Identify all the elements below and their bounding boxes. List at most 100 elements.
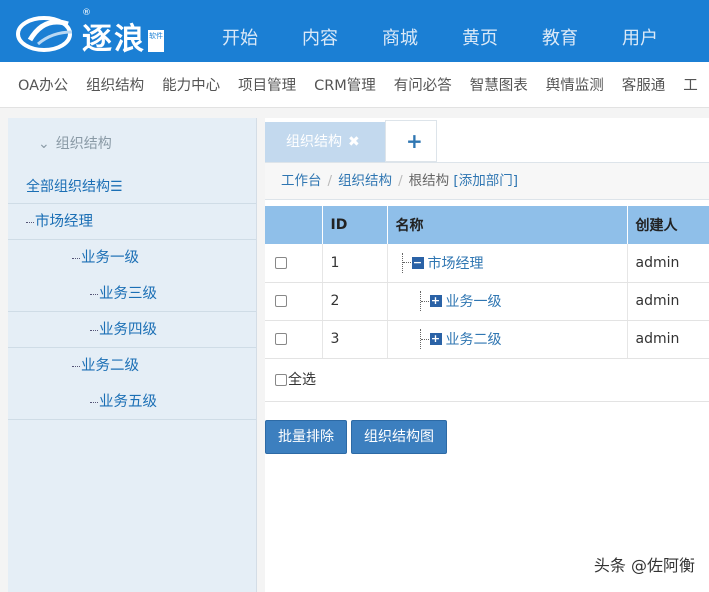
row-name-cell: + 业务一级 [387,282,628,321]
main-nav-item-yellowpages[interactable]: 黄页 [440,0,520,62]
main-nav-item-shop[interactable]: 商城 [360,0,440,62]
breadcrumb-current: 根结构 [408,173,450,189]
table-header-row: ID 名称 创建人 [265,206,709,244]
sidebar-all-org-label: 全部组织结构 [26,179,110,195]
header-id[interactable]: ID [322,206,388,244]
select-all-checkbox[interactable] [275,374,287,386]
org-table: ID 名称 创建人 1 −市场经理 admin 2 + 业务一级 admin [265,206,709,359]
tree-node-label: 市场经理 [35,214,93,230]
chevron-down-icon: ⌄ [38,136,50,152]
tree-node-level-3[interactable]: 业务三级 [8,276,256,312]
row-name-cell: − 市场经理 [387,244,628,283]
breadcrumb-section[interactable]: 组织结构 [338,173,392,189]
row-name-link[interactable]: 业务一级 [446,294,502,310]
main-nav: 开始 内容 商城 黄页 教育 用户 扫 [200,0,709,62]
sub-nav-item-service[interactable]: 客服通 [613,62,675,107]
sub-nav-item-project[interactable]: 项目管理 [229,62,305,107]
sub-nav-item-qa[interactable]: 有问必答 [385,62,461,107]
sub-nav-item-oa[interactable]: OA办公 [0,62,77,107]
tree-node-label: 业务五级 [99,394,157,410]
breadcrumb: 工作台 / 组织结构 / 根结构 [添加部门] [281,163,518,199]
row-creator: admin [627,244,709,283]
row-checkbox-cell [265,320,323,359]
sub-nav-item-charts[interactable]: 智慧图表 [461,62,537,107]
sidebar-header-label: 组织结构 [55,136,112,152]
sub-nav-item-org[interactable]: 组织结构 [77,62,153,107]
sidebar-header[interactable]: ⌄ 组织结构 [8,118,256,170]
expand-plus-icon[interactable]: + [429,333,442,345]
sidebar-all-org-link[interactable]: 全部组织结构☰ [8,170,256,204]
tree-branch-line [402,262,411,264]
header-name[interactable]: 名称 [387,206,628,244]
main-nav-item-content[interactable]: 内容 [280,0,360,62]
expand-plus-icon[interactable]: + [429,295,442,307]
breadcrumb-separator: / [327,173,333,189]
main-nav-item-more[interactable]: 扫 [680,0,709,62]
sub-nav-item-more[interactable]: 工 [674,62,707,107]
tree-branch-line [90,329,98,331]
tree-node-level-5[interactable]: 业务五级 [8,384,256,420]
sub-nav-item-opinion[interactable]: 舆情监测 [537,62,613,107]
tab-label: 组织结构 [286,134,342,150]
tree-branch-line [72,257,80,259]
tree-branch-line [90,401,98,403]
tree-node-market-manager[interactable]: 市场经理 [8,204,256,240]
row-name-link[interactable]: 市场经理 [428,256,484,272]
add-tab-button[interactable]: + [385,120,437,162]
row-id: 1 [322,244,388,283]
brand-logo[interactable]: ® 逐浪 软件 [16,6,166,57]
tab-org-structure[interactable]: 组织结构 ✖ [265,122,385,162]
tree-node-label: 业务三级 [99,286,157,302]
row-name-link[interactable]: 业务二级 [446,332,502,348]
tree-node-level-2[interactable]: 业务二级 [8,348,256,384]
breadcrumb-bar: 工作台 / 组织结构 / 根结构 [添加部门] [265,162,709,200]
row-checkbox[interactable] [275,295,287,307]
tab-bar: 组织结构 ✖ + [265,118,437,162]
batch-remove-button[interactable]: 批量排除 [265,420,347,454]
row-checkbox[interactable] [275,256,287,269]
add-department-link[interactable]: [添加部门] [453,173,518,189]
main-nav-item-education[interactable]: 教育 [520,0,600,62]
main-nav-item-start[interactable]: 开始 [200,0,280,62]
tree-node-label: 业务四级 [99,322,157,338]
tree-branch-line [420,300,429,302]
table-row: 2 + 业务一级 admin [265,282,709,321]
tree-branch-line [420,338,429,340]
breadcrumb-separator: / [398,173,403,189]
tree-node-level-1[interactable]: 业务一级 [8,240,256,276]
header-creator[interactable]: 创建人 [627,206,709,244]
main-content: 组织结构 ✖ + 工作台 / 组织结构 / 根结构 [添加部门] ID 名称 创建人 1 … [265,118,709,592]
row-creator: admin [627,320,709,359]
sub-nav-item-crm[interactable]: CRM管理 [305,62,385,107]
sub-nav: OA办公 组织结构 能力中心 项目管理 CRM管理 有问必答 智慧图表 舆情监测… [0,62,709,108]
tree-node-label: 业务二级 [81,358,139,374]
sub-nav-item-ability[interactable]: 能力中心 [153,62,229,107]
select-all-label[interactable]: 全选 [288,372,316,388]
breadcrumb-home[interactable]: 工作台 [281,173,322,189]
logo-text: 逐浪 [82,22,146,57]
close-icon[interactable]: ✖ [348,134,360,150]
logo-mark-icon [16,16,73,52]
row-checkbox-cell [265,244,323,283]
tree-branch-line [26,221,34,223]
row-id: 2 [322,282,388,321]
row-checkbox-cell [265,282,323,321]
main-nav-item-users[interactable]: 用户 [600,0,680,62]
header-checkbox-col [265,206,323,244]
row-checkbox[interactable] [275,333,287,345]
row-id: 3 [322,320,388,359]
tree-branch-line [90,293,98,295]
top-header: ® 逐浪 软件 开始 内容 商城 黄页 教育 用户 扫 [0,0,709,62]
table-row: 1 − 市场经理 admin [265,244,709,283]
select-all-row: 全选 [265,358,709,402]
tree-node-level-4[interactable]: 业务四级 [8,312,256,348]
list-icon: ☰ [110,179,123,195]
org-chart-button[interactable]: 组织结构图 [351,420,447,454]
tree-branch-line [72,365,80,367]
watermark: 头条 @佐阿衡 [593,556,695,575]
org-tree: 市场经理 业务一级 业务三级 业务四级 业务二级 业务五级 [8,204,256,420]
table-row: 3 + 业务二级 admin [265,320,709,359]
row-name-cell: + 业务二级 [387,320,628,359]
logo-tag: 软件 [148,30,164,52]
collapse-minus-icon[interactable]: − [411,256,424,269]
